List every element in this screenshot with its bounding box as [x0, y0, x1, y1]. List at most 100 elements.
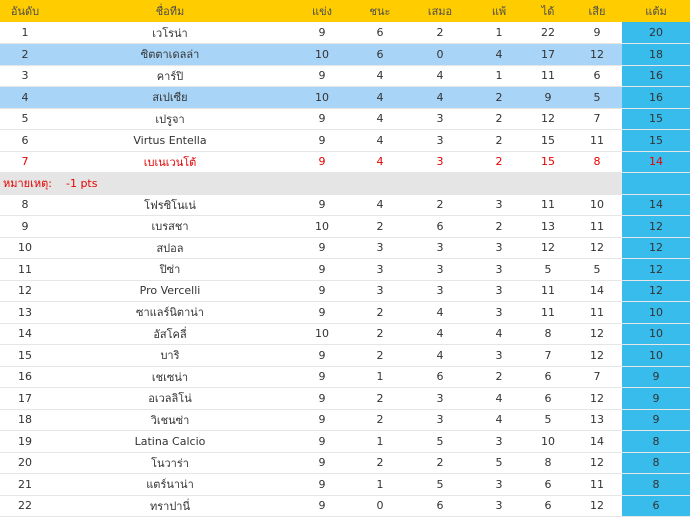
- won-cell: 2: [354, 301, 406, 324]
- table-row[interactable]: 2 ซิตตาเดลล่า 10 6 0 4 17 12 18: [0, 43, 690, 66]
- header-drawn[interactable]: เสมอ: [406, 0, 474, 22]
- team-name[interactable]: อัสโคลี่: [50, 323, 290, 345]
- team-name[interactable]: Latina Calcio: [50, 430, 290, 453]
- header-team[interactable]: ชื่อทีม: [50, 0, 290, 22]
- header-played[interactable]: แข่ง: [290, 0, 354, 22]
- goals-against-cell: 9: [572, 22, 622, 44]
- header-points[interactable]: แต้ม: [622, 0, 690, 22]
- table-row[interactable]: 19 Latina Calcio 9 1 5 3 10 14 8: [0, 430, 690, 453]
- team-name[interactable]: เชเซน่า: [50, 366, 290, 388]
- goals-against-cell: 12: [572, 387, 622, 410]
- drawn-cell: 6: [406, 495, 474, 517]
- points-cell: 6: [622, 495, 690, 517]
- played-cell: 9: [290, 280, 354, 302]
- team-name[interactable]: คาร์ปิ: [50, 65, 290, 87]
- table-row[interactable]: 4 สเปเซีย 10 4 4 2 9 5 16: [0, 86, 690, 109]
- rank-cell: 5: [0, 108, 50, 130]
- header-rank[interactable]: อันดับ: [0, 0, 50, 22]
- team-name[interactable]: บาริ: [50, 344, 290, 367]
- table-row[interactable]: 8 โฟรซิโนเน่ 9 4 2 3 11 10 14: [0, 194, 690, 216]
- table-row[interactable]: 20 โนวาร่า 9 2 2 5 8 12 8: [0, 452, 690, 474]
- played-cell: 9: [290, 366, 354, 388]
- header-won[interactable]: ชนะ: [354, 0, 406, 22]
- team-name[interactable]: อเวลลิโน่: [50, 387, 290, 410]
- team-name[interactable]: สปอล: [50, 237, 290, 259]
- rank-cell: 1: [0, 22, 50, 44]
- points-cell: 20: [622, 22, 690, 44]
- team-name[interactable]: Virtus Entella: [50, 129, 290, 152]
- goals-against-cell: 14: [572, 430, 622, 453]
- lost-cell: 2: [474, 129, 524, 152]
- drawn-cell: 3: [406, 108, 474, 130]
- table-row[interactable]: 6 Virtus Entella 9 4 3 2 15 11 15: [0, 129, 690, 152]
- table-row[interactable]: 7 เบเนเวนโต้ 9 4 3 2 15 8 14: [0, 151, 690, 173]
- drawn-cell: 4: [406, 301, 474, 324]
- rank-cell: 15: [0, 344, 50, 367]
- team-name[interactable]: สเปเซีย: [50, 86, 290, 109]
- drawn-cell: 2: [406, 194, 474, 216]
- goals-for-cell: 6: [524, 387, 572, 410]
- goals-for-cell: 6: [524, 366, 572, 388]
- penalty-note: หมายเหตุ: -1 pts: [0, 172, 622, 195]
- goals-against-cell: 7: [572, 366, 622, 388]
- table-row[interactable]: 16 เชเซน่า 9 1 6 2 6 7 9: [0, 366, 690, 388]
- header-goals-for[interactable]: ได้: [524, 0, 572, 22]
- team-name[interactable]: เปรูจา: [50, 108, 290, 130]
- goals-for-cell: 12: [524, 108, 572, 130]
- lost-cell: 3: [474, 237, 524, 259]
- played-cell: 9: [290, 409, 354, 431]
- table-row[interactable]: 11 ปิซ่า 9 3 3 3 5 5 12: [0, 258, 690, 281]
- points-cell: 10: [622, 323, 690, 345]
- team-name[interactable]: แตร์นาน่า: [50, 473, 290, 496]
- rank-cell: 21: [0, 473, 50, 496]
- table-row[interactable]: 21 แตร์นาน่า 9 1 5 3 6 11 8: [0, 473, 690, 496]
- rank-cell: 12: [0, 280, 50, 302]
- note-row: หมายเหตุ: -1 pts: [0, 172, 690, 195]
- table-row[interactable]: 5 เปรูจา 9 4 3 2 12 7 15: [0, 108, 690, 130]
- team-name[interactable]: เวโรน่า: [50, 22, 290, 44]
- header-goals-against[interactable]: เสีย: [572, 0, 622, 22]
- won-cell: 6: [354, 22, 406, 44]
- goals-against-cell: 12: [572, 237, 622, 259]
- table-row[interactable]: 14 อัสโคลี่ 10 2 4 4 8 12 10: [0, 323, 690, 345]
- played-cell: 9: [290, 194, 354, 216]
- team-name[interactable]: ซาแลร์นิตาน่า: [50, 301, 290, 324]
- goals-against-cell: 12: [572, 495, 622, 517]
- points-cell: 15: [622, 129, 690, 152]
- drawn-cell: 2: [406, 22, 474, 44]
- table-row[interactable]: 12 Pro Vercelli 9 3 3 3 11 14 12: [0, 280, 690, 302]
- team-name[interactable]: โฟรซิโนเน่: [50, 194, 290, 216]
- team-name[interactable]: ซิตตาเดลล่า: [50, 43, 290, 66]
- table-row[interactable]: 3 คาร์ปิ 9 4 4 1 11 6 16: [0, 65, 690, 87]
- table-row[interactable]: 17 อเวลลิโน่ 9 2 3 4 6 12 9: [0, 387, 690, 410]
- table-row[interactable]: 15 บาริ 9 2 4 3 7 12 10: [0, 344, 690, 367]
- goals-against-cell: 5: [572, 258, 622, 281]
- goals-for-cell: 11: [524, 280, 572, 302]
- team-name[interactable]: ทราปานี่: [50, 495, 290, 517]
- team-name[interactable]: Pro Vercelli: [50, 280, 290, 302]
- table-row[interactable]: 18 วิเชนซ่า 9 2 3 4 5 13 9: [0, 409, 690, 431]
- played-cell: 9: [290, 22, 354, 44]
- lost-cell: 4: [474, 43, 524, 66]
- goals-for-cell: 22: [524, 22, 572, 44]
- team-name[interactable]: โนวาร่า: [50, 452, 290, 474]
- table-row[interactable]: 22 ทราปานี่ 9 0 6 3 6 12 6: [0, 495, 690, 517]
- team-name[interactable]: เบรสชา: [50, 215, 290, 238]
- table-row[interactable]: 10 สปอล 9 3 3 3 12 12 12: [0, 237, 690, 259]
- team-name[interactable]: ปิซ่า: [50, 258, 290, 281]
- points-cell: 12: [622, 258, 690, 281]
- table-row[interactable]: 13 ซาแลร์นิตาน่า 9 2 4 3 11 11 10: [0, 301, 690, 324]
- points-cell: 8: [622, 430, 690, 453]
- points-cell: 14: [622, 194, 690, 216]
- header-lost[interactable]: แพ้: [474, 0, 524, 22]
- played-cell: 10: [290, 43, 354, 66]
- drawn-cell: 2: [406, 452, 474, 474]
- played-cell: 9: [290, 495, 354, 517]
- team-name[interactable]: เบเนเวนโต้: [50, 151, 290, 173]
- team-name[interactable]: วิเชนซ่า: [50, 409, 290, 431]
- rank-cell: 16: [0, 366, 50, 388]
- table-row[interactable]: 9 เบรสชา 10 2 6 2 13 11 12: [0, 215, 690, 238]
- lost-cell: 3: [474, 280, 524, 302]
- table-row[interactable]: 1 เวโรน่า 9 6 2 1 22 9 20: [0, 22, 690, 44]
- points-cell: 16: [622, 65, 690, 87]
